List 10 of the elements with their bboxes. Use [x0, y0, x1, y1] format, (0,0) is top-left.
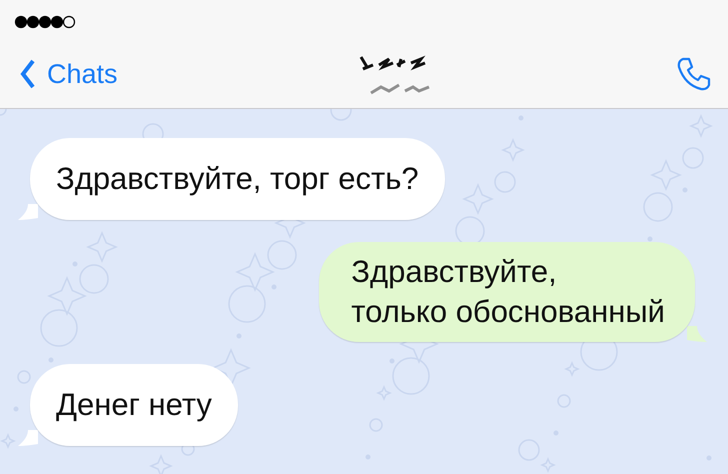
- message-bubble: Здравствуйте, только обоснованный: [319, 242, 695, 342]
- chevron-left-icon: [20, 59, 36, 89]
- bubble-tail: [18, 204, 38, 220]
- bubble-tail: [687, 326, 707, 342]
- message-bubble: Денег нету: [30, 364, 238, 446]
- phone-icon[interactable]: [676, 56, 712, 92]
- bubble-tail: [18, 430, 38, 446]
- message-bubble: Здравствуйте, торг есть?: [30, 138, 445, 220]
- signal-icon: [14, 15, 76, 29]
- back-button[interactable]: Chats: [20, 58, 118, 90]
